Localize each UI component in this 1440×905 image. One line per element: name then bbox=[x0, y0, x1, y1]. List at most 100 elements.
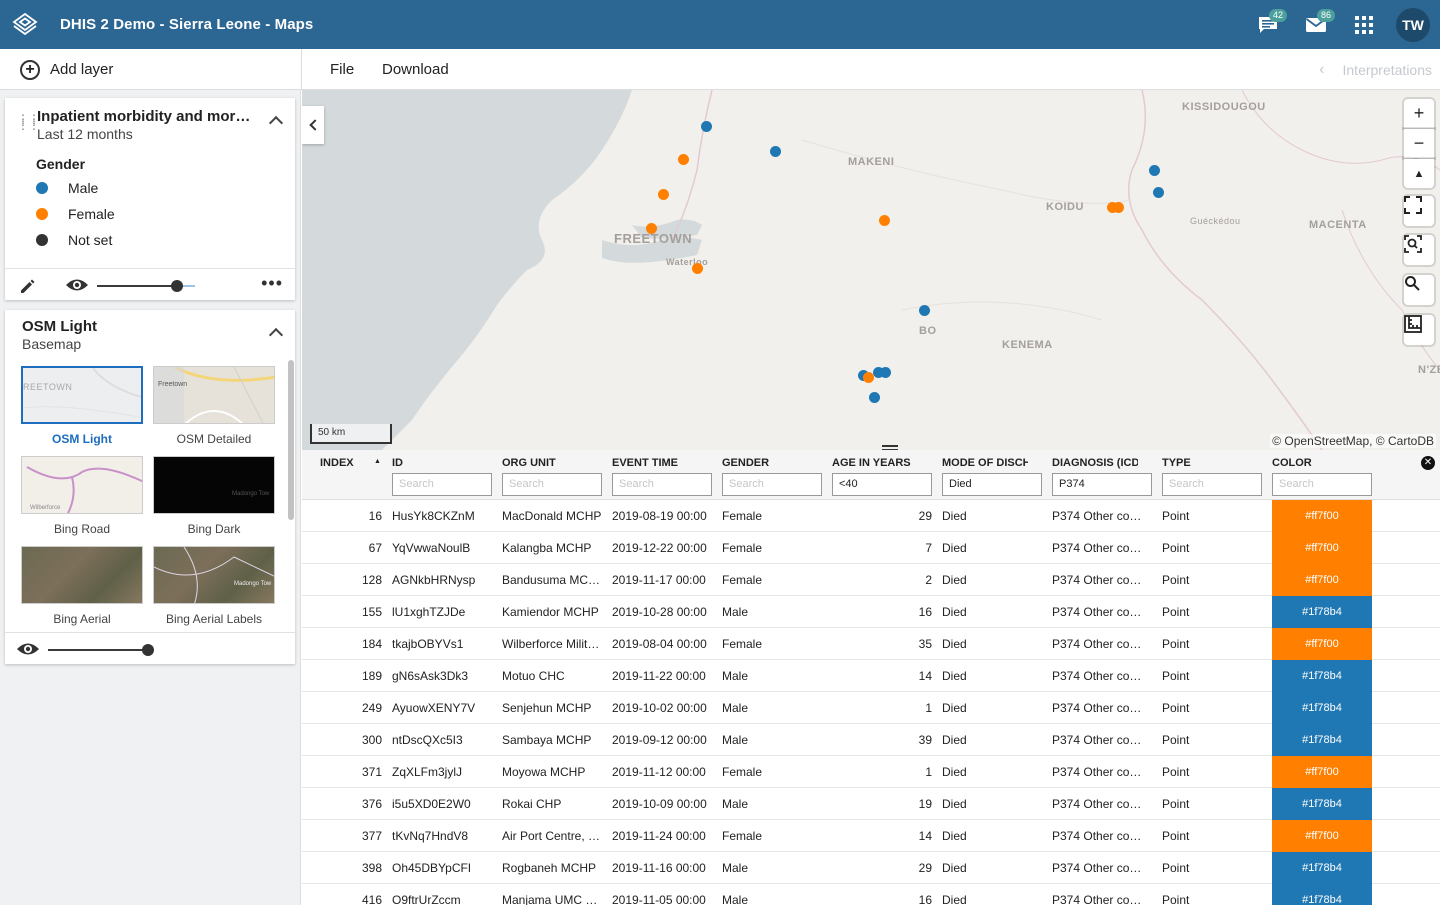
column-header-event-time[interactable]: EVENT TIME bbox=[612, 457, 712, 469]
zoom-to-content-button[interactable] bbox=[1404, 235, 1434, 265]
table-row[interactable]: 155 lU1xghTZJDe Kamiendor MCHP 2019-10-28 0… bbox=[302, 596, 1440, 628]
event-point-male[interactable] bbox=[1149, 165, 1160, 176]
filter-age-input[interactable]: <40 bbox=[832, 473, 932, 496]
basemap-option-bing-aerial[interactable]: Bing Aerial bbox=[21, 546, 143, 626]
event-point-male[interactable] bbox=[919, 305, 930, 316]
event-point-male[interactable] bbox=[869, 392, 880, 403]
filter-id-input[interactable]: Search bbox=[392, 473, 492, 496]
table-row[interactable]: 377 tKvNq7HndV8 Air Port Centre, Lungi 2019… bbox=[302, 820, 1440, 852]
basemap-option-bing-road[interactable]: Wilberforce Bing Road bbox=[21, 456, 143, 536]
event-point-female[interactable] bbox=[646, 223, 657, 234]
download-menu[interactable]: Download bbox=[382, 49, 449, 90]
table-row[interactable]: 184 tkajbOBYVs1 Wilberforce Military Hospi… bbox=[302, 628, 1440, 660]
cell-diag: P374 Other congenital malaria bbox=[1052, 605, 1146, 619]
more-options-icon[interactable]: ••• bbox=[261, 274, 283, 292]
cell-index: 67 bbox=[368, 541, 382, 555]
event-point-female[interactable] bbox=[1113, 202, 1124, 213]
app-title: DHIS 2 Demo - Sierra Leone - Maps bbox=[60, 16, 314, 33]
table-row[interactable]: 371 ZqXLFm3jylJ Moyowa MCHP 2019-11-12 00:0… bbox=[302, 756, 1440, 788]
event-point-female[interactable] bbox=[879, 215, 890, 226]
basemap-label: Bing Aerial Labels bbox=[165, 612, 263, 626]
file-menu[interactable]: File bbox=[330, 49, 354, 90]
visibility-eye-icon[interactable] bbox=[16, 641, 40, 657]
column-header-gender[interactable]: GENDER bbox=[722, 457, 822, 469]
basemap-thumb: REETOWN bbox=[21, 366, 143, 424]
map-view[interactable]: KISSIDOUGOU MAKENI KOIDU Guéckédou MACEN… bbox=[302, 90, 1440, 450]
apps-grid-icon[interactable] bbox=[1340, 0, 1388, 49]
column-header-diagnosis[interactable]: DIAGNOSIS (ICD- bbox=[1052, 457, 1138, 469]
cell-type: Point bbox=[1162, 733, 1190, 747]
visibility-eye-icon[interactable] bbox=[65, 277, 89, 293]
close-table-icon[interactable]: ✕ bbox=[1421, 456, 1435, 470]
cell-age: 19 bbox=[918, 797, 932, 811]
search-place-button[interactable] bbox=[1404, 275, 1434, 305]
table-row[interactable]: 16 HusYk8CKZnM MacDonald MCHP 2019-08-19 00… bbox=[302, 500, 1440, 532]
filter-org-unit-input[interactable]: Search bbox=[502, 473, 602, 496]
event-point-female[interactable] bbox=[863, 372, 874, 383]
filter-gender-input[interactable]: Search bbox=[722, 473, 822, 496]
filter-mode-input[interactable]: Died bbox=[942, 473, 1042, 496]
event-point-female[interactable] bbox=[678, 154, 689, 165]
user-avatar[interactable]: TW bbox=[1396, 7, 1430, 42]
column-header-org-unit[interactable]: ORG UNIT bbox=[502, 457, 602, 469]
filter-type-input[interactable]: Search bbox=[1162, 473, 1262, 496]
cell-age: 39 bbox=[918, 733, 932, 747]
fullscreen-button[interactable] bbox=[1404, 196, 1434, 226]
event-point-male[interactable] bbox=[770, 146, 781, 157]
table-row[interactable]: 376 i5u5XD0E2W0 Rokai CHP 2019-10-09 00:00 M… bbox=[302, 788, 1440, 820]
cell-id: O9ftrUrZccm bbox=[392, 893, 461, 905]
filter-diagnosis-input[interactable]: P374 bbox=[1052, 473, 1152, 496]
cell-index: 184 bbox=[361, 637, 382, 651]
column-header-id[interactable]: ID bbox=[392, 457, 492, 469]
basemap-option-bing-aerial-labels[interactable]: Madongo Tow Bing Aerial Labels bbox=[153, 546, 275, 626]
opacity-slider-knob[interactable] bbox=[142, 644, 154, 656]
collapse-panel-button[interactable] bbox=[302, 106, 324, 144]
add-layer-button[interactable]: + Add layer bbox=[0, 49, 302, 90]
table-row[interactable]: 67 YqVwwaNoulB Kalangba MCHP 2019-12-22 00:… bbox=[302, 532, 1440, 564]
filter-color-input[interactable]: Search bbox=[1272, 473, 1372, 496]
mail-icon[interactable]: 86 bbox=[1292, 0, 1340, 49]
interpretations-toggle[interactable]: ‹ Interpretations bbox=[1319, 49, 1432, 90]
event-point-male[interactable] bbox=[880, 367, 891, 378]
column-header-age[interactable]: AGE IN YEARS bbox=[832, 457, 932, 469]
interpretations-messages-icon[interactable]: 42 bbox=[1244, 0, 1292, 49]
event-point-male[interactable] bbox=[701, 121, 712, 132]
table-row[interactable]: 416 O9ftrUrZccm Manjama UMC CHC 2019-11-05 … bbox=[302, 884, 1440, 905]
cell-org: Motuo CHC bbox=[502, 669, 565, 683]
cell-mode: Died bbox=[942, 861, 967, 875]
dhis2-logo-icon[interactable] bbox=[10, 10, 40, 40]
filter-event-time-input[interactable]: Search bbox=[612, 473, 712, 496]
opacity-slider-knob[interactable] bbox=[171, 280, 183, 292]
basemap-option-osm-detailed[interactable]: Freetown OSM Detailed bbox=[153, 366, 275, 446]
drag-handle-icon[interactable]: ⋮⋮ ⋮⋮ bbox=[17, 113, 40, 131]
event-point-male[interactable] bbox=[1153, 187, 1164, 198]
table-row[interactable]: 398 Oh45DBYpCFI Rogbaneh MCHP 2019-11-16 00… bbox=[302, 852, 1440, 884]
reset-north-button[interactable]: ▲ bbox=[1404, 159, 1434, 188]
cell-gender: Female bbox=[722, 637, 763, 651]
table-row[interactable]: 249 AyuowXENY7V Senjehun MCHP 2019-10-02 00… bbox=[302, 692, 1440, 724]
opacity-slider-track[interactable] bbox=[48, 649, 148, 651]
basemap-option-osm-light[interactable]: REETOWN OSM Light bbox=[21, 366, 143, 446]
event-point-female[interactable] bbox=[658, 189, 669, 200]
measure-button[interactable] bbox=[1404, 315, 1434, 345]
zoom-in-button[interactable]: + bbox=[1404, 99, 1434, 128]
cell-gender: Male bbox=[722, 893, 749, 905]
edit-pencil-icon[interactable] bbox=[18, 276, 38, 296]
cell-gender: Male bbox=[722, 701, 749, 715]
event-point-female[interactable] bbox=[692, 263, 703, 274]
table-row[interactable]: 189 gN6sAsk3Dk3 Motuo CHC 2019-11-22 00:00 M… bbox=[302, 660, 1440, 692]
table-row[interactable]: 128 AGNkbHRNysp Bandusuma MCHP 2019-11-17 0… bbox=[302, 564, 1440, 596]
column-header-color[interactable]: COLOR bbox=[1272, 457, 1372, 469]
opacity-slider-track[interactable] bbox=[97, 285, 177, 287]
panel-scrollbar[interactable] bbox=[288, 360, 294, 520]
zoom-out-button[interactable]: − bbox=[1404, 129, 1434, 158]
collapse-layer-icon[interactable] bbox=[268, 115, 284, 131]
cell-time: 2019-11-22 00:00 bbox=[612, 669, 706, 683]
basemap-option-bing-dark[interactable]: Madongo Tow Bing Dark bbox=[153, 456, 275, 536]
column-header-type[interactable]: TYPE bbox=[1162, 457, 1262, 469]
table-row[interactable]: 300 ntDscQXc5I3 Sambaya MCHP 2019-09-12 00:… bbox=[302, 724, 1440, 756]
sort-asc-icon[interactable]: ▲ bbox=[374, 458, 381, 465]
cell-color: #1f78b4 bbox=[1272, 724, 1372, 756]
collapse-basemap-icon[interactable] bbox=[268, 327, 284, 343]
column-header-mode-of-discharge[interactable]: MODE OF DISCHA bbox=[942, 457, 1028, 469]
